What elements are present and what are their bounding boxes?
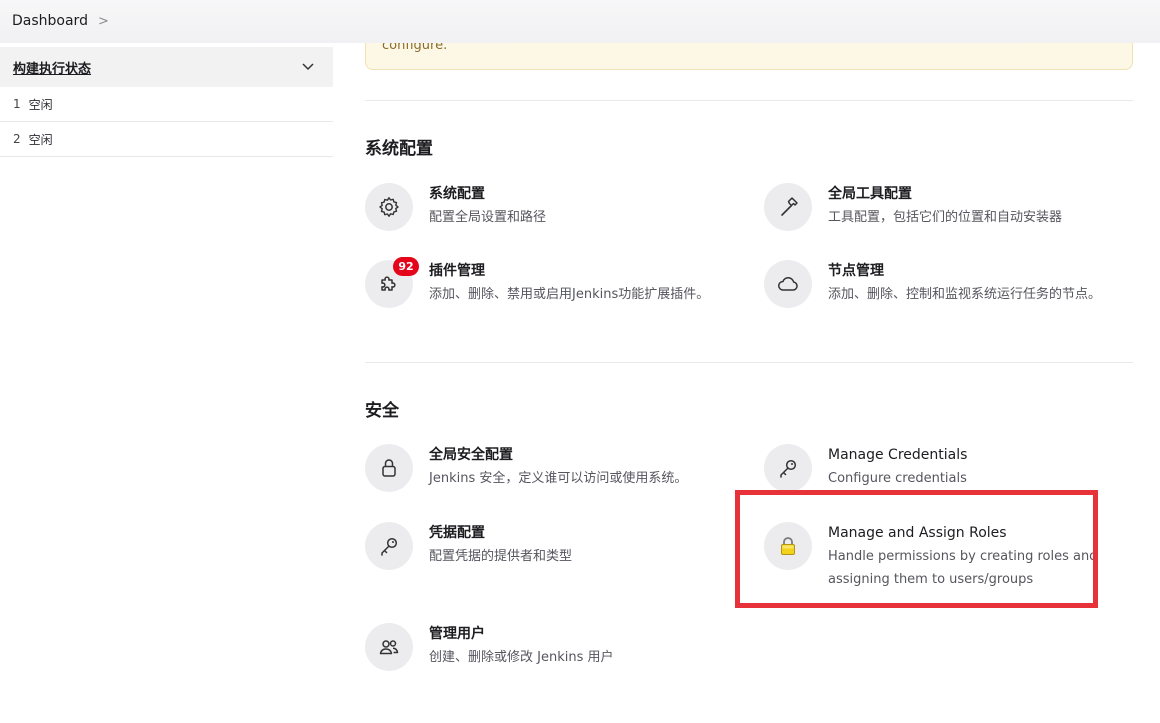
item-title[interactable]: 全局工具配置: [828, 184, 1062, 204]
section-title-security: 安全: [365, 401, 399, 421]
section-title-system: 系统配置: [365, 139, 433, 159]
highlight-box: [735, 490, 1098, 608]
manage-item-credential-providers[interactable]: 凭据配置 配置凭据的提供者和类型: [365, 522, 572, 570]
executor-number: 1: [13, 97, 21, 111]
item-title[interactable]: 全局安全配置: [429, 445, 687, 465]
item-description: 工具配置，包括它们的位置和自动安装器: [828, 210, 1063, 225]
manage-item-plugins[interactable]: 92 插件管理 添加、删除、禁用或启用Jenkins功能扩展插件。: [365, 257, 710, 308]
breadcrumb-chevron-icon[interactable]: >: [98, 14, 109, 29]
item-title[interactable]: 凭据配置: [429, 523, 572, 543]
key-icon: [764, 444, 812, 492]
item-title[interactable]: 管理用户: [429, 624, 614, 644]
executor-row: 2 空闲: [0, 122, 333, 157]
item-description: 添加、删除、控制和监视系统运行任务的节点。: [828, 287, 1102, 302]
executor-number: 2: [13, 132, 21, 146]
item-description: 添加、删除、禁用或启用Jenkins功能扩展插件。: [429, 287, 710, 302]
manage-item-users[interactable]: 管理用户 创建、删除或修改 Jenkins 用户: [365, 623, 614, 671]
manage-item-global-security[interactable]: 全局安全配置 Jenkins 安全，定义谁可以访问或使用系统。: [365, 444, 687, 492]
update-count-badge: 92: [393, 257, 419, 276]
item-description: 配置凭据的提供者和类型: [429, 549, 573, 564]
executor-status: 空闲: [28, 97, 53, 112]
breadcrumb: Dashboard >: [12, 13, 109, 29]
executor-panel-header[interactable]: 构建执行状态: [0, 47, 333, 87]
manage-item-credentials[interactable]: Manage Credentials Configure credentials: [764, 444, 967, 492]
item-description: 创建、删除或修改 Jenkins 用户: [429, 650, 614, 665]
item-title[interactable]: 插件管理: [429, 261, 709, 281]
item-title[interactable]: Manage Credentials: [828, 445, 967, 465]
executor-status: 空闲: [28, 132, 53, 147]
lock-icon: [365, 444, 413, 492]
cloud-icon: [764, 260, 812, 308]
manage-item-nodes[interactable]: 节点管理 添加、删除、控制和监视系统运行任务的节点。: [764, 260, 1101, 308]
divider: [365, 362, 1133, 363]
key-icon: [365, 522, 413, 570]
chevron-down-icon[interactable]: [301, 60, 315, 74]
breadcrumb-dashboard-link[interactable]: Dashboard: [12, 13, 88, 29]
top-bar: Dashboard >: [0, 0, 1160, 43]
hammer-icon: [764, 183, 812, 231]
item-description: Configure credentials: [828, 471, 967, 486]
divider: [365, 100, 1133, 101]
build-executor-status-panel: 构建执行状态 1 空闲 2 空闲: [0, 47, 333, 157]
item-title[interactable]: 系统配置: [429, 184, 546, 204]
item-description: Jenkins 安全，定义谁可以访问或使用系统。: [429, 471, 688, 486]
gear-icon: [365, 183, 413, 231]
users-icon: [365, 623, 413, 671]
manage-item-system-config[interactable]: 系统配置 配置全局设置和路径: [365, 183, 546, 231]
manage-item-global-tool-config[interactable]: 全局工具配置 工具配置，包括它们的位置和自动安装器: [764, 183, 1062, 231]
executor-panel-title[interactable]: 构建执行状态: [13, 58, 91, 77]
puzzle-icon: 92: [365, 257, 419, 308]
item-title[interactable]: 节点管理: [828, 261, 1101, 281]
executor-row: 1 空闲: [0, 87, 333, 122]
item-description: 配置全局设置和路径: [429, 210, 547, 225]
